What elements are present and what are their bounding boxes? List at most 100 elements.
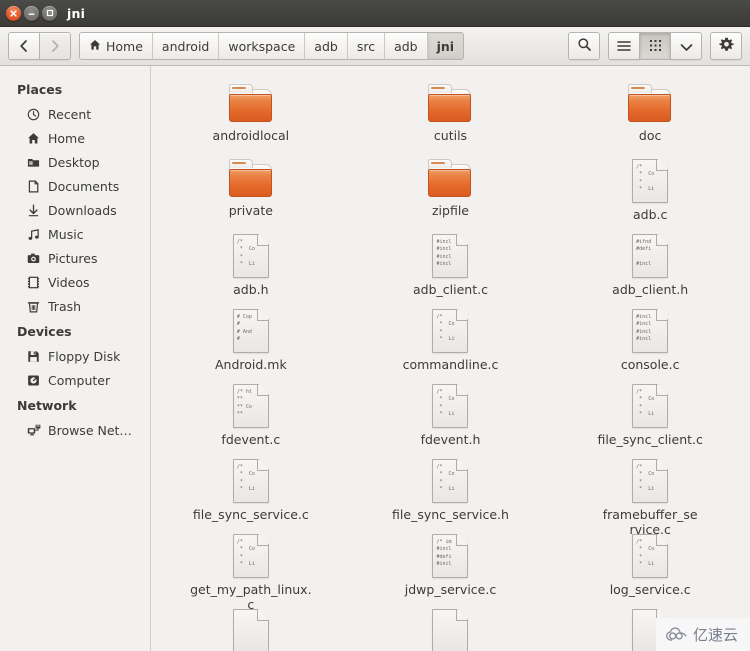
file-item-adb-client-c[interactable]: #incl #incl #incl #incl adb_client.c — [351, 226, 551, 301]
sidebar-item-label: Pictures — [48, 250, 98, 266]
sidebar-item-home[interactable]: Home — [0, 126, 150, 150]
file-item-partial-1[interactable] — [151, 601, 351, 651]
sidebar-item-pictures[interactable]: Pictures — [0, 246, 150, 270]
file-preview-text: /* * Co * * Li — [436, 314, 455, 343]
source-file-icon: #ifnd #defi #incl — [632, 234, 669, 278]
file-label: jdwp_service.c — [404, 582, 497, 597]
file-item-androidlocal[interactable]: androidlocal — [151, 76, 351, 151]
minimize-button[interactable] — [24, 5, 39, 21]
file-item-adb-h[interactable]: /* * Co * * Li adb.h — [151, 226, 351, 301]
camera-icon — [26, 251, 41, 266]
sidebar-item-label: Floppy Disk — [48, 348, 121, 364]
file-label: file_sync_service.c — [192, 507, 309, 522]
grid-icon — [649, 37, 662, 56]
sidebar-item-label: Downloads — [48, 202, 117, 218]
sidebar-item-label: Home — [48, 130, 85, 146]
file-item-zipfile[interactable]: zipfile — [351, 151, 551, 226]
breadcrumb-item-android[interactable]: android — [153, 33, 220, 59]
sidebar: Places Recent Home Desktop Documents Dow… — [0, 66, 151, 651]
breadcrumb-item-workspace[interactable]: workspace — [219, 33, 306, 59]
sidebar-item-floppy-disk[interactable]: Floppy Disk — [0, 344, 150, 368]
file-item-file-sync-client-c[interactable]: /* * Co * * Li file_sync_client.c — [550, 376, 750, 451]
sidebar-item-documents[interactable]: Documents — [0, 174, 150, 198]
floppy-disk-icon — [26, 349, 41, 364]
sidebar-item-trash[interactable]: Trash — [0, 294, 150, 318]
sidebar-item-label: Desktop — [48, 154, 100, 170]
file-preview-text: /* ht ** ** Co ** — [236, 389, 252, 418]
file-preview-text: /* * Co * * Li — [636, 539, 655, 568]
download-icon — [26, 203, 41, 218]
file-item-adb-client-h[interactable]: #ifnd #defi #incl adb_client.h — [550, 226, 750, 301]
search-button[interactable] — [568, 32, 600, 60]
file-item-fdevent-h[interactable]: /* * Co * * Li fdevent.h — [351, 376, 551, 451]
file-item-log-service-c[interactable]: /* * Co * * Li log_service.c — [550, 526, 750, 601]
file-preview-text: /* * Co * * Li — [436, 389, 455, 418]
source-file-icon: #incl #incl #incl #incl — [432, 234, 469, 278]
file-item-console-c[interactable]: #incl #incl #incl #incl console.c — [550, 301, 750, 376]
list-view-button[interactable] — [608, 32, 640, 60]
source-file-icon: /* * Co * * Li — [232, 234, 269, 278]
source-file-icon: /* im #incl #defi #incl — [432, 534, 469, 578]
source-file-icon: /* * Co * * Li — [632, 459, 669, 503]
file-label: private — [228, 203, 273, 218]
breadcrumb-item-jni[interactable]: jni — [427, 33, 464, 59]
folder-icon — [227, 84, 275, 124]
breadcrumb-item-src[interactable]: src — [348, 33, 386, 59]
file-item-commandline-c[interactable]: /* * Co * * Li commandline.c — [351, 301, 551, 376]
sidebar-item-downloads[interactable]: Downloads — [0, 198, 150, 222]
file-item-get-my-path-linux-c[interactable]: /* * Co * * Li get_my_path_linux.c — [151, 526, 351, 612]
trash-icon — [26, 299, 41, 314]
breadcrumb-item-adb-2[interactable]: adb — [385, 33, 428, 59]
sidebar-item-videos[interactable]: Videos — [0, 270, 150, 294]
network-icon — [26, 423, 41, 438]
file-item-jdwp-service-c[interactable]: /* im #incl #defi #incl jdwp_service.c — [351, 526, 551, 601]
view-options-button[interactable] — [671, 32, 702, 60]
sidebar-item-desktop[interactable]: Desktop — [0, 150, 150, 174]
cloud-icon — [666, 627, 688, 642]
breadcrumb-item-home[interactable]: Home — [80, 33, 153, 59]
file-item-file-sync-service-c[interactable]: /* * Co * * Li file_sync_service.c — [151, 451, 351, 526]
file-label: file_sync_service.h — [392, 507, 509, 522]
sidebar-item-label: Recent — [48, 106, 92, 122]
file-label: fdevent.h — [420, 432, 481, 447]
file-item-cutils[interactable]: cutils — [351, 76, 551, 151]
maximize-button[interactable] — [42, 5, 57, 21]
forward-button[interactable] — [40, 32, 71, 60]
document-icon — [26, 179, 41, 194]
close-button[interactable] — [6, 5, 21, 21]
file-item-android-mk[interactable]: # Cop # # And # Android.mk — [151, 301, 351, 376]
grid-view-button[interactable] — [640, 32, 671, 60]
file-item-adb-c[interactable]: /* * Co * * Li adb.c — [550, 151, 750, 226]
file-item-partial-2[interactable] — [351, 601, 551, 651]
sidebar-item-recent[interactable]: Recent — [0, 102, 150, 126]
search-icon — [577, 37, 592, 56]
sidebar-item-browse-network[interactable]: Browse Net… — [0, 418, 150, 442]
file-preview-text: #ifnd #defi #incl — [636, 239, 652, 268]
file-item-private[interactable]: private — [151, 151, 351, 226]
sidebar-item-computer[interactable]: Computer — [0, 368, 150, 392]
file-grid: androidlocal cutils doc private zipfile — [151, 76, 750, 651]
sidebar-item-music[interactable]: Music — [0, 222, 150, 246]
source-file-icon — [432, 609, 469, 651]
back-button[interactable] — [8, 32, 40, 60]
sidebar-item-label: Computer — [48, 372, 111, 388]
breadcrumb-item-adb[interactable]: adb — [305, 33, 348, 59]
source-file-icon: /* * Co * * Li — [232, 534, 269, 578]
breadcrumb-label: adb — [394, 38, 418, 54]
settings-button[interactable] — [710, 32, 742, 60]
list-icon — [617, 37, 631, 56]
file-item-framebuffer-service-c[interactable]: /* * Co * * Li framebuffer_service.c — [550, 451, 750, 537]
file-item-fdevent-c[interactable]: /* ht ** ** Co ** fdevent.c — [151, 376, 351, 451]
source-file-icon: /* * Co * * Li — [632, 384, 669, 428]
file-label: androidlocal — [212, 128, 290, 143]
file-item-file-sync-service-h[interactable]: /* * Co * * Li file_sync_service.h — [351, 451, 551, 526]
file-item-doc[interactable]: doc — [550, 76, 750, 151]
file-preview-text: /* * Co * * Li — [636, 389, 655, 418]
folder-icon — [626, 84, 674, 124]
music-note-icon — [26, 227, 41, 242]
folder-icon — [426, 159, 474, 199]
sidebar-item-label: Documents — [48, 178, 120, 194]
file-preview-text: /* * Co * * Li — [436, 464, 455, 493]
watermark-text: 亿速云 — [692, 626, 738, 644]
file-grid-pane[interactable]: androidlocal cutils doc private zipfile — [151, 66, 750, 651]
